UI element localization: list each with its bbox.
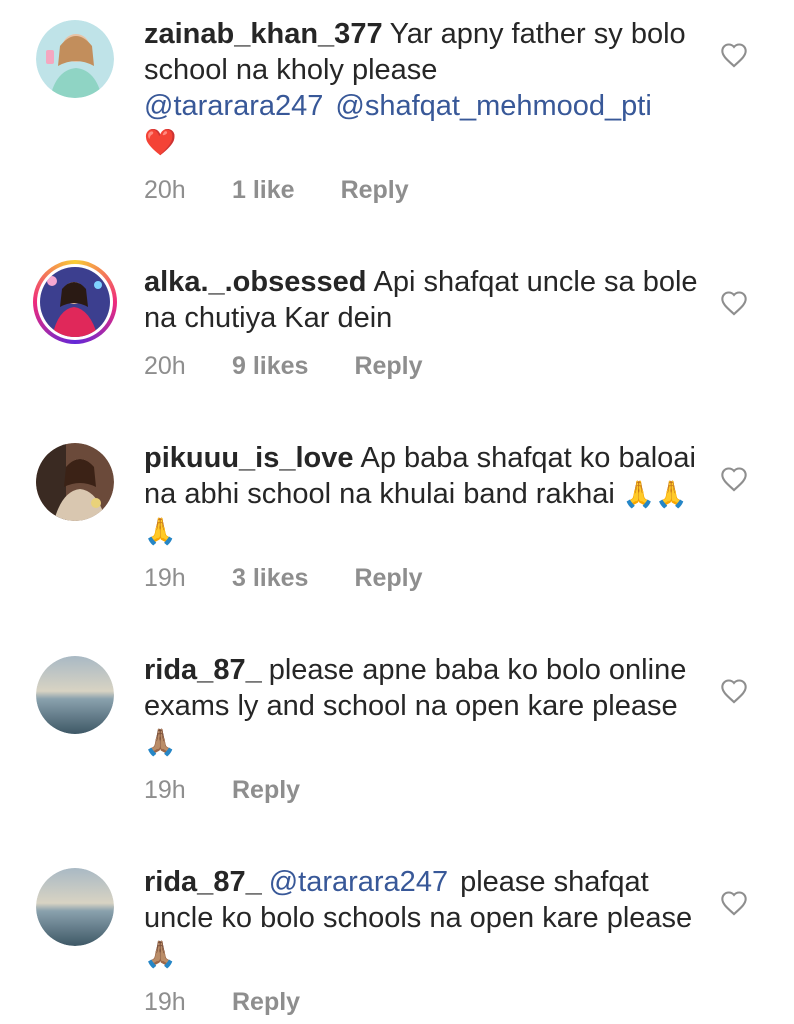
avatar[interactable] <box>36 868 114 946</box>
avatar-image <box>36 656 114 734</box>
comment-username[interactable]: rida_87_ <box>144 866 262 898</box>
comment-username[interactable]: pikuuu_is_love <box>144 442 354 474</box>
reply-button[interactable]: Reply <box>354 352 422 381</box>
heart-outline-icon[interactable] <box>720 466 748 492</box>
avatar[interactable] <box>36 20 114 98</box>
comment-body: rida_87_ @tararara247 please shafqat uncle… <box>144 864 704 973</box>
comment-username[interactable]: alka._.obsessed <box>144 266 366 298</box>
mention-link[interactable]: @tararara247 <box>269 866 448 898</box>
reply-button[interactable]: Reply <box>354 564 422 593</box>
reply-button[interactable]: Reply <box>232 776 300 805</box>
comment-timestamp: 20h <box>144 352 186 380</box>
comment-username[interactable]: zainab_khan_377 <box>144 18 383 50</box>
heart-outline-icon[interactable] <box>720 678 748 704</box>
comment-username[interactable]: rida_87_ <box>144 654 262 686</box>
folded-hands-emoji: 🙏🏽 <box>144 940 177 970</box>
reply-button[interactable]: Reply <box>341 176 409 205</box>
heart-outline-icon[interactable] <box>720 890 748 916</box>
comment-timestamp: 19h <box>144 988 186 1016</box>
comment-timestamp: 19h <box>144 564 186 592</box>
comment-meta: 20h 9 likes Reply <box>144 352 423 381</box>
comment-meta: 19h Reply <box>144 988 300 1017</box>
folded-hands-emoji: 🙏🏽 <box>144 728 177 758</box>
comment-likes[interactable]: 1 like <box>232 176 295 205</box>
comment-body: alka._.obsessed Api shafqat uncle sa bole… <box>144 264 704 336</box>
avatar <box>37 264 113 340</box>
comment-meta: 19h Reply <box>144 776 300 805</box>
heart-outline-icon[interactable] <box>720 290 748 316</box>
avatar-image <box>36 868 114 946</box>
heart-emoji: ❤️ <box>144 128 177 158</box>
heart-outline-icon[interactable] <box>720 42 748 68</box>
comment-meta: 19h 3 likes Reply <box>144 564 423 593</box>
comment-timestamp: 20h <box>144 176 186 204</box>
mention-link[interactable]: @shafqat_mehmood_pti <box>335 90 651 122</box>
avatar-story-ring[interactable] <box>33 260 117 344</box>
avatar-image <box>36 443 114 521</box>
comment-timestamp: 19h <box>144 776 186 804</box>
comment-body: rida_87_ please apne baba ko bolo online … <box>144 652 704 761</box>
comment-body: pikuuu_is_love Ap baba shafqat ko baloai … <box>144 440 704 550</box>
comment-likes[interactable]: 3 likes <box>232 564 308 593</box>
comment-body: zainab_khan_377 Yar apny father sy bolo s… <box>144 16 704 161</box>
comment-meta: 20h 1 like Reply <box>144 176 409 205</box>
comment-likes[interactable]: 9 likes <box>232 352 308 381</box>
avatar-image <box>36 20 114 98</box>
avatar[interactable] <box>36 656 114 734</box>
avatar[interactable] <box>36 443 114 521</box>
mention-link[interactable]: @tararara247 <box>144 90 323 122</box>
avatar-image <box>40 267 110 337</box>
reply-button[interactable]: Reply <box>232 988 300 1017</box>
